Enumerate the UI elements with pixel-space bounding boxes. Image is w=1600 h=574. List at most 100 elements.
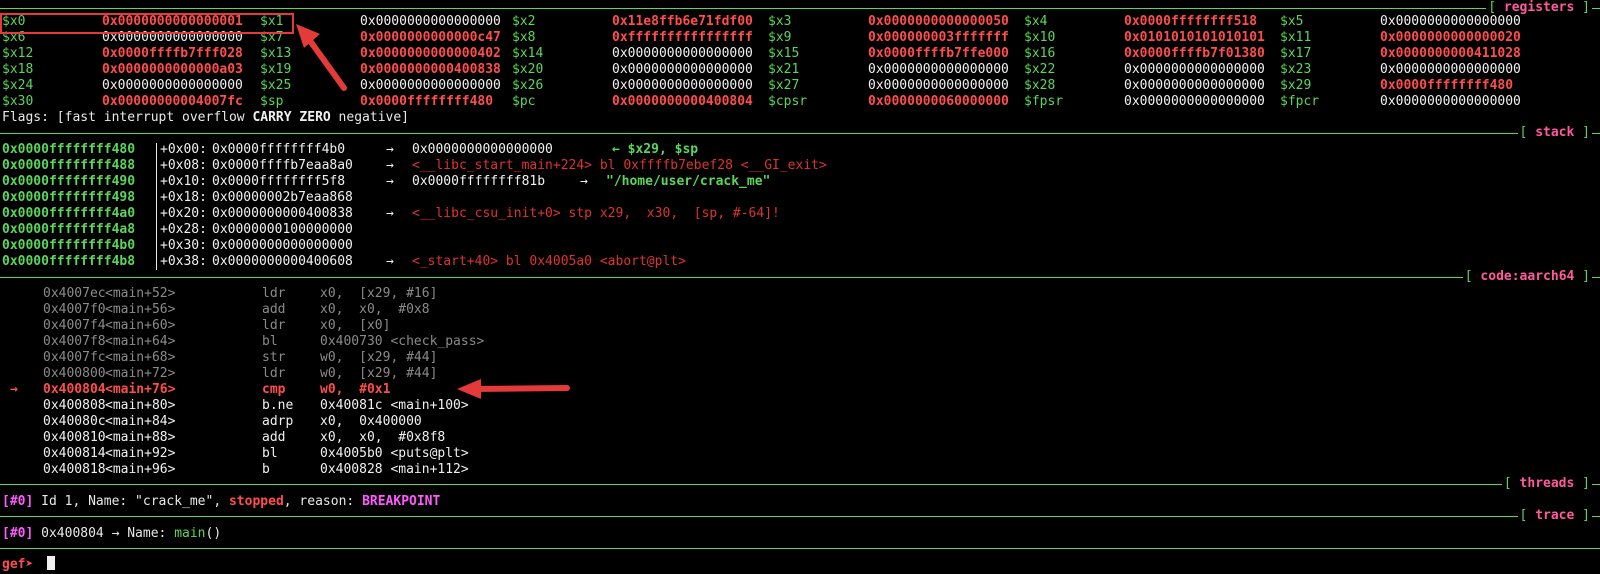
register-value[interactable]: 0x0000000000000000 bbox=[1124, 78, 1265, 94]
register-value[interactable]: 0x0000000000000000 bbox=[360, 78, 501, 94]
register-value[interactable]: 0x0000000000000020 bbox=[1380, 30, 1521, 46]
register-name: $pc bbox=[512, 94, 536, 109]
annotation-arrow-icon bbox=[457, 379, 570, 399]
code-opcode: ldr bbox=[262, 366, 286, 381]
register-value[interactable]: 0x0000000000000000 bbox=[360, 14, 501, 30]
register-name: $x21 bbox=[768, 62, 800, 77]
stack-value[interactable]: 0x0000000100000000 bbox=[212, 222, 353, 238]
code-section-title: [ code:aarch64 ] bbox=[1462, 269, 1592, 284]
trace-separator: [ trace ] bbox=[0, 509, 1600, 523]
stack-value[interactable]: 0x0000000000000000 bbox=[212, 238, 353, 254]
register-value[interactable]: 0x0000ffffffff480 bbox=[1380, 78, 1513, 94]
stack-value[interactable]: 0x0000ffffffff4b0 bbox=[212, 142, 345, 158]
code-address[interactable]: 0x400814 bbox=[43, 446, 106, 462]
register-name: $x19 bbox=[260, 62, 292, 77]
register-value[interactable]: 0x00000000004007fc bbox=[102, 94, 243, 110]
stack-address[interactable]: 0x0000ffffffff4a8 bbox=[2, 222, 135, 238]
stack-value[interactable]: 0x0000ffffb7eaa8a0 bbox=[212, 158, 353, 174]
register-value[interactable]: 0x11e8ffb6e71fdf00 bbox=[612, 14, 753, 30]
trace-line[interactable]: [#0] 0x400804 → Name: main() bbox=[2, 526, 221, 542]
register-value[interactable]: 0x0000000000000000 bbox=[868, 62, 1009, 78]
register-value[interactable]: 0x0000000000000000 bbox=[1380, 94, 1521, 110]
code-address[interactable]: 0x4007f8 bbox=[43, 334, 106, 350]
register-value[interactable]: 0x0000000000000a03 bbox=[102, 62, 243, 78]
stack-address[interactable]: 0x0000ffffffff498 bbox=[2, 190, 135, 206]
register-name: $x11 bbox=[1280, 30, 1312, 45]
register-value[interactable]: 0x0000000000000000 bbox=[612, 78, 753, 94]
stack-address[interactable]: 0x0000ffffffff488 bbox=[2, 158, 135, 174]
stack-value[interactable]: 0x0000000000400838 bbox=[212, 206, 353, 222]
code-address[interactable]: 0x400810 bbox=[43, 430, 106, 446]
stack-address[interactable]: 0x0000ffffffff4b8 bbox=[2, 254, 135, 270]
register-value[interactable]: 0x0000000000000000 bbox=[612, 46, 753, 62]
stack-deref[interactable]: 0x0000000000000000 bbox=[412, 142, 553, 158]
stack-offset: +0x00: bbox=[160, 142, 207, 157]
stack-offset: +0x10: bbox=[160, 174, 207, 189]
register-value[interactable]: 0x0000000000411028 bbox=[1380, 46, 1521, 62]
code-opcode: bl bbox=[262, 446, 278, 461]
register-value[interactable]: 0x0000000000000402 bbox=[360, 46, 501, 62]
code-symbol: <main+92> bbox=[105, 446, 176, 461]
code-address[interactable]: 0x4007fc bbox=[43, 350, 106, 366]
register-name: $x23 bbox=[1280, 62, 1312, 77]
stack-offset: +0x38: bbox=[160, 254, 207, 269]
gef-prompt: gef➤ bbox=[2, 557, 34, 572]
stack-value[interactable]: 0x0000ffffffff5f8 bbox=[212, 174, 345, 190]
code-operands: x0, [x0] bbox=[320, 318, 391, 333]
code-opcode: adrp bbox=[262, 414, 294, 429]
stack-deref[interactable]: 0x0000ffffffff81b bbox=[412, 174, 545, 190]
register-value[interactable]: 0x0000ffffb7f01380 bbox=[1124, 46, 1265, 62]
register-value[interactable]: 0x0000000060000000 bbox=[868, 94, 1009, 110]
code-address[interactable]: 0x4007f4 bbox=[43, 318, 106, 334]
code-operands: x0, x0, #0x8 bbox=[320, 302, 430, 317]
register-value[interactable]: 0x0000000000000000 bbox=[868, 78, 1009, 94]
code-address[interactable]: 0x400804 bbox=[43, 382, 106, 398]
cursor[interactable] bbox=[47, 556, 56, 570]
register-value[interactable]: 0x0000000000000000 bbox=[1124, 62, 1265, 78]
register-name: $sp bbox=[260, 94, 284, 109]
stack-annotation: <__libc_csu_init+0> stp x29, x30, [sp, #… bbox=[412, 206, 780, 221]
code-address[interactable]: 0x400808 bbox=[43, 398, 106, 414]
register-value[interactable]: 0x0000000000000000 bbox=[1380, 14, 1521, 30]
code-address[interactable]: 0x400800 bbox=[43, 366, 106, 382]
thread-state: stopped bbox=[228, 494, 284, 509]
code-operands: w0, #0x1 bbox=[320, 382, 391, 397]
stack-address[interactable]: 0x0000ffffffff490 bbox=[2, 174, 135, 190]
stack-offset: +0x30: bbox=[160, 238, 207, 253]
stack-address[interactable]: 0x0000ffffffff4a0 bbox=[2, 206, 135, 222]
register-value[interactable]: 0x0000ffffffff480 bbox=[360, 94, 493, 110]
gef-prompt-line[interactable]: gef➤ bbox=[2, 556, 56, 573]
register-value[interactable]: 0x0000000000000000 bbox=[102, 78, 243, 94]
code-operands: 0x4005b0 <puts@plt> bbox=[320, 446, 469, 461]
register-name: $x14 bbox=[512, 46, 544, 61]
register-value[interactable]: 0x0000000000400804 bbox=[612, 94, 753, 110]
stack-offset: +0x20: bbox=[160, 206, 207, 221]
register-value[interactable]: 0x0000000000000c47 bbox=[360, 30, 501, 46]
register-value[interactable]: 0x000000003fffffff bbox=[868, 30, 1009, 46]
register-value[interactable]: 0xffffffffffffffff bbox=[612, 30, 753, 46]
register-value[interactable]: 0x0000ffffb7fff028 bbox=[102, 46, 243, 62]
register-value[interactable]: 0x0000000000000000 bbox=[1380, 62, 1521, 78]
register-value[interactable]: 0x0000000000000000 bbox=[1124, 94, 1265, 110]
register-name: $x30 bbox=[2, 94, 34, 109]
stack-offset: +0x28: bbox=[160, 222, 207, 237]
register-value[interactable]: 0x0000000000000050 bbox=[868, 14, 1009, 30]
code-symbol: <main+52> bbox=[105, 286, 176, 301]
stack-value[interactable]: 0x0000000000400608 bbox=[212, 254, 353, 270]
code-address[interactable]: 0x4007ec bbox=[43, 286, 106, 302]
stack-address[interactable]: 0x0000ffffffff4b0 bbox=[2, 238, 135, 254]
register-value[interactable]: 0x0000000000000000 bbox=[612, 62, 753, 78]
register-value[interactable]: 0x0000ffffffff518 bbox=[1124, 14, 1257, 30]
stack-value[interactable]: 0x00000002b7eaa868 bbox=[212, 190, 353, 206]
register-value[interactable]: 0x0000000000400838 bbox=[360, 62, 501, 78]
register-value[interactable]: 0x0101010101010101 bbox=[1124, 30, 1265, 46]
code-symbol: <main+84> bbox=[105, 414, 176, 429]
code-address[interactable]: 0x400818 bbox=[43, 462, 106, 478]
code-operands: 0x40081c <main+100> bbox=[320, 398, 469, 413]
stack-address[interactable]: 0x0000ffffffff480 bbox=[2, 142, 135, 158]
registers-section-title: [ registers ] bbox=[1486, 0, 1592, 15]
register-value[interactable]: 0x0000ffffb7ffe000 bbox=[868, 46, 1009, 62]
thread-line[interactable]: [#0] Id 1, Name: "crack_me", stopped, re… bbox=[2, 494, 440, 510]
code-address[interactable]: 0x40080c bbox=[43, 414, 106, 430]
code-address[interactable]: 0x4007f0 bbox=[43, 302, 106, 318]
